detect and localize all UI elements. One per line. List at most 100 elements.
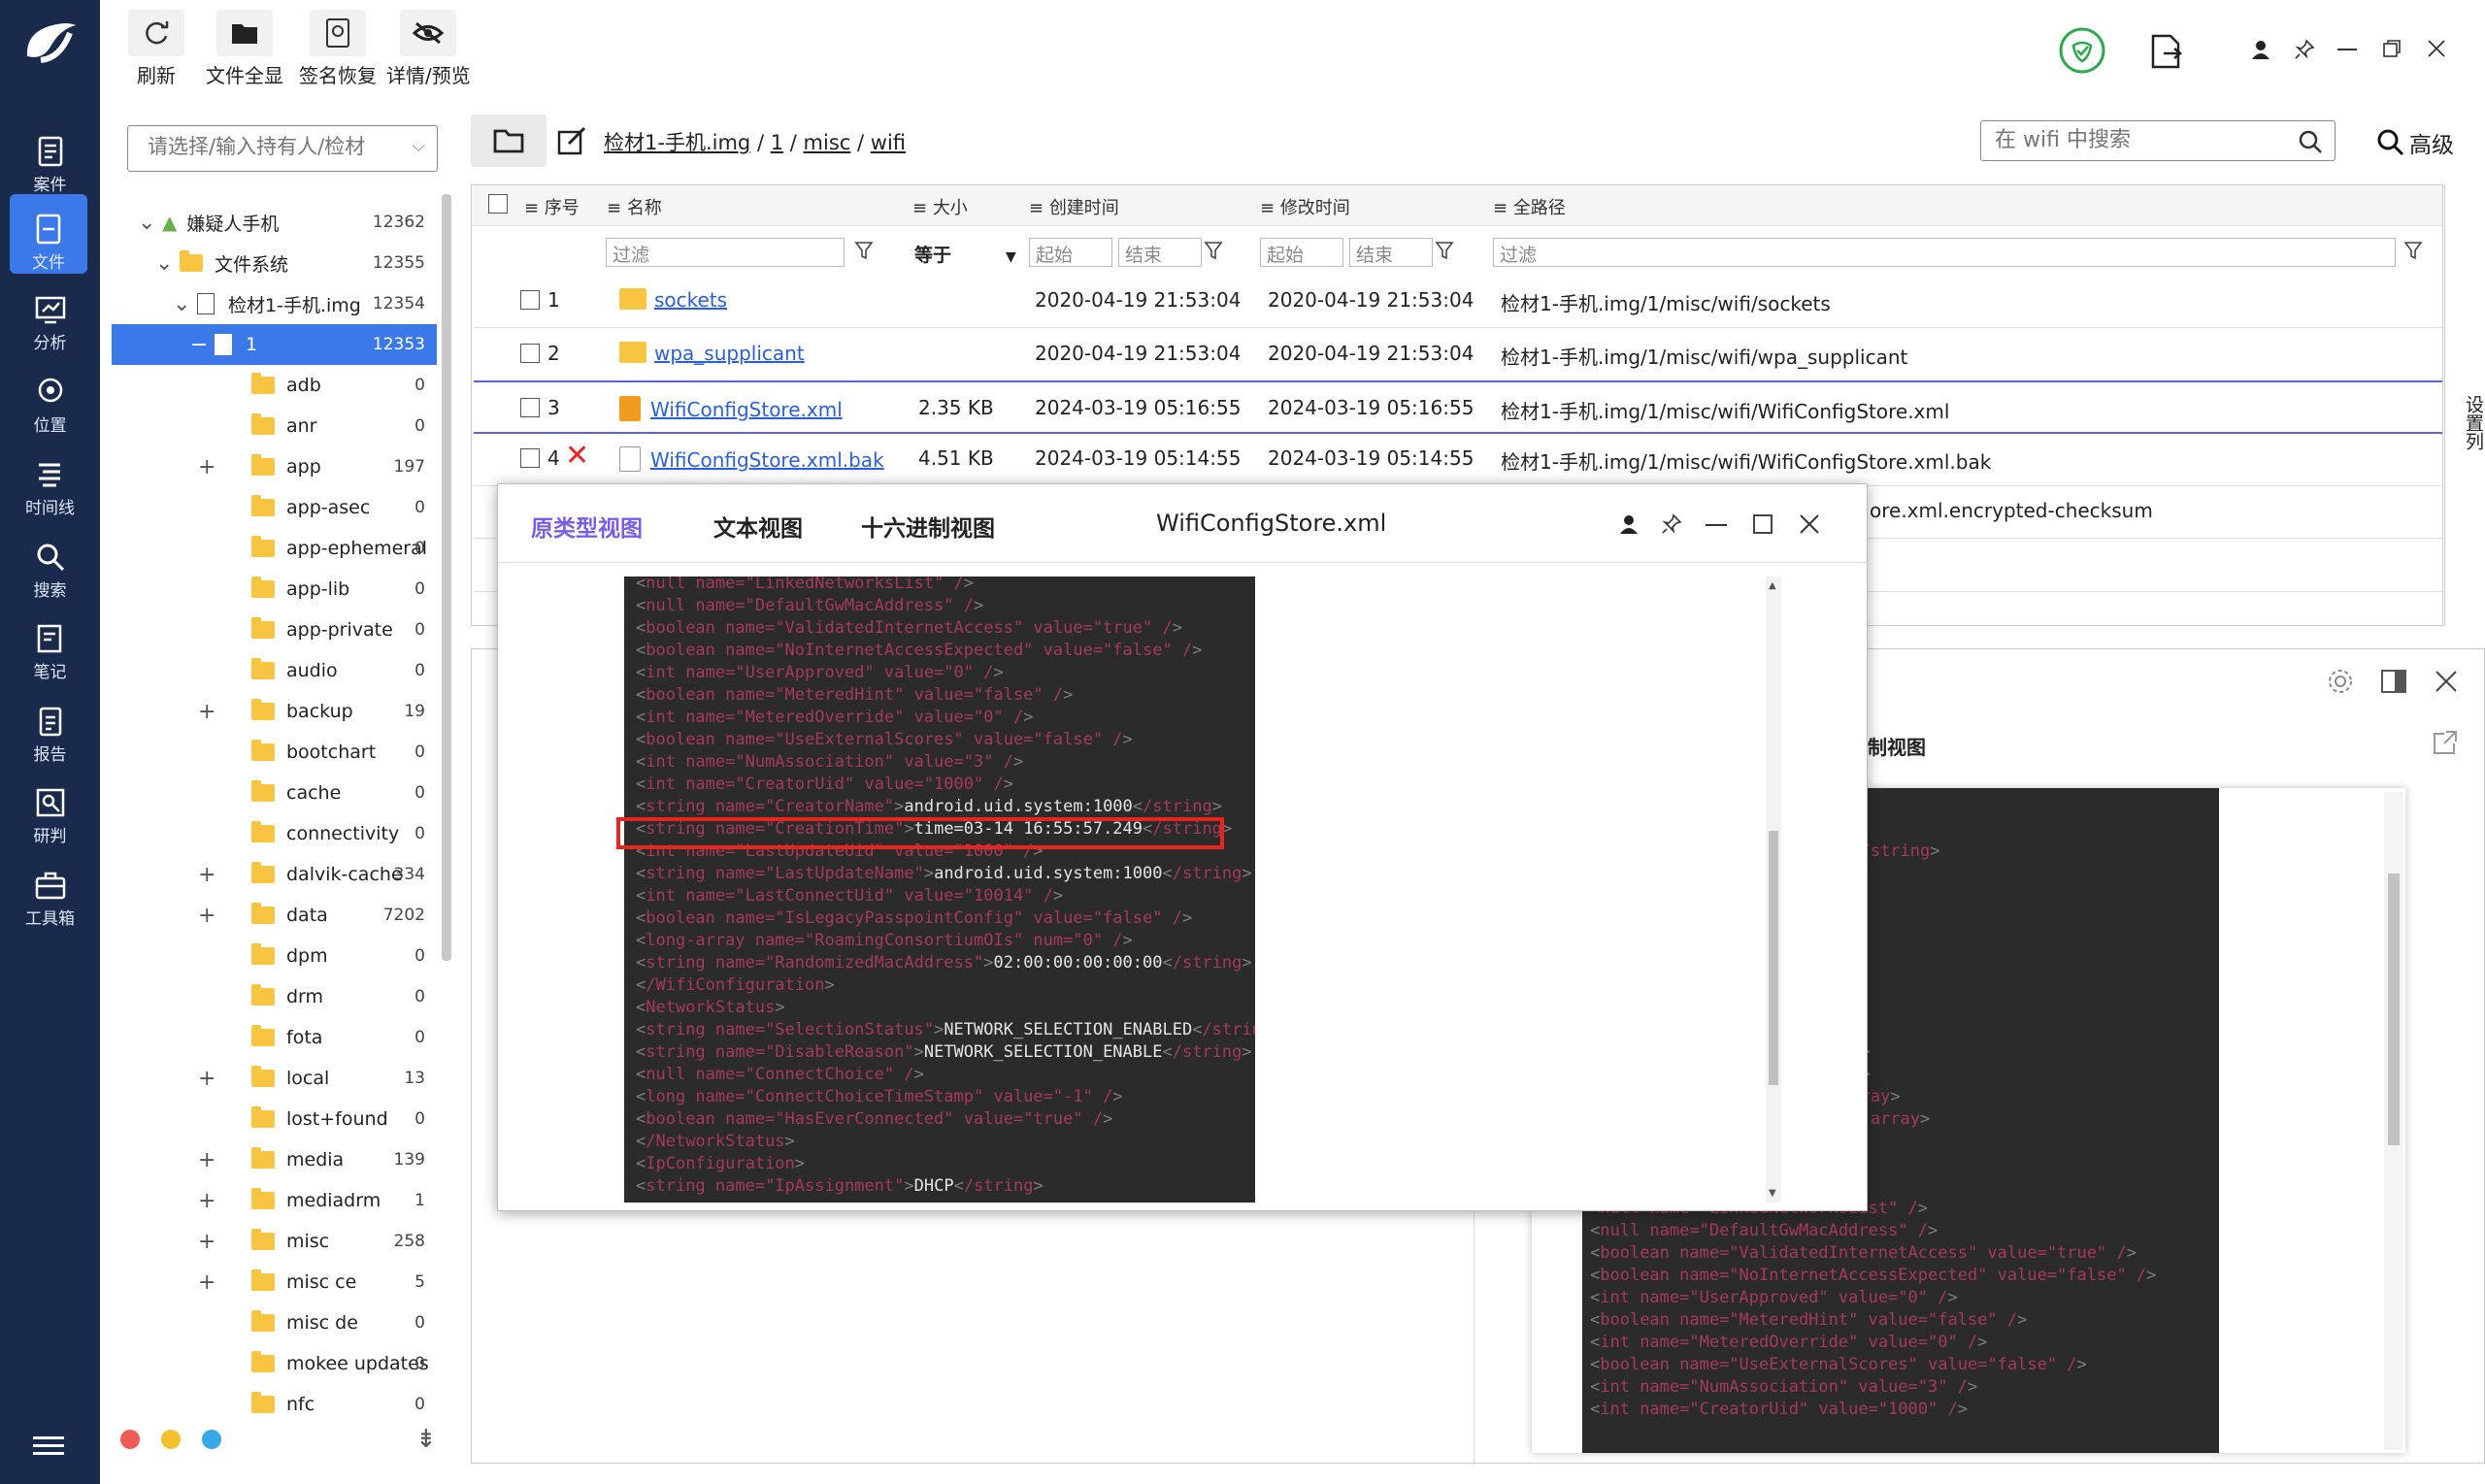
- row-name-link[interactable]: WifiConfigStore.xml: [650, 398, 843, 421]
- tree-node[interactable]: + app 197: [112, 446, 437, 487]
- minimize-icon[interactable]: [2337, 49, 2357, 50]
- nav-toolbox[interactable]: 工具箱: [0, 850, 100, 930]
- nav-timeline[interactable]: 时间线: [0, 440, 100, 519]
- row-checkbox[interactable]: [520, 290, 540, 310]
- table-row[interactable]: 1 sockets 2020-04-19 21:53:04 2020-04-19…: [474, 275, 2442, 328]
- settings-gear-icon[interactable]: [2327, 668, 2354, 695]
- expand-toggle-icon[interactable]: +: [198, 1067, 215, 1091]
- modified-start-input[interactable]: 起始: [1260, 238, 1343, 267]
- detail-preview-button[interactable]: 详情/预览: [386, 10, 471, 88]
- maximize-icon[interactable]: [1752, 513, 1773, 535]
- nav-file[interactable]: 文件: [10, 194, 87, 274]
- tree-node[interactable]: mokee updates 0: [112, 1343, 437, 1384]
- tree-node[interactable]: + misc ce 5: [112, 1262, 437, 1303]
- expand-toggle-icon[interactable]: +: [198, 904, 215, 928]
- filter-icon[interactable]: [1435, 241, 1454, 260]
- expand-toggle-icon[interactable]: +: [198, 1148, 215, 1172]
- nav-case[interactable]: 案件: [0, 116, 100, 196]
- tree-node[interactable]: + data 7202: [112, 895, 437, 936]
- expand-toggle-icon[interactable]: −: [190, 333, 208, 357]
- tree-node[interactable]: ⌄ ▲ 嫌疑人手机 12362: [112, 202, 437, 243]
- restore-window-icon[interactable]: [2382, 39, 2402, 58]
- col-created[interactable]: ≡ 创建时间: [1029, 194, 1119, 219]
- col-path[interactable]: ≡ 全路径: [1493, 194, 1566, 219]
- preview-tab-hex[interactable]: 制视图: [1868, 732, 1926, 760]
- expand-toggle-icon[interactable]: +: [198, 455, 215, 479]
- split-view-icon[interactable]: [2380, 668, 2407, 695]
- open-external-icon[interactable]: [2433, 730, 2458, 755]
- tree-node[interactable]: + dalvik-cache 334: [112, 854, 437, 895]
- tree-node[interactable]: app-lib 0: [112, 569, 437, 610]
- col-size[interactable]: ≡ 大小: [912, 194, 968, 219]
- tree-node[interactable]: nfc 0: [112, 1384, 437, 1425]
- row-name-link[interactable]: wpa_supplicant: [654, 342, 805, 365]
- path-filter-input[interactable]: 过滤: [1493, 238, 2396, 267]
- tree-node[interactable]: + local 13: [112, 1058, 437, 1099]
- expand-toggle-icon[interactable]: ⌄: [173, 292, 190, 316]
- nav-analysis[interactable]: 分析: [0, 275, 100, 354]
- tree-node[interactable]: app-asec 0: [112, 487, 437, 528]
- tree-node[interactable]: app-ephemeral 0: [112, 528, 437, 569]
- search-icon[interactable]: [2298, 129, 2323, 154]
- tree-node[interactable]: bootchart 0: [112, 732, 437, 773]
- tree-node[interactable]: adb 0: [112, 365, 437, 406]
- tree-node[interactable]: drm 0: [112, 976, 437, 1017]
- tree-node[interactable]: − 1 12353: [112, 324, 437, 365]
- row-name-link[interactable]: sockets: [654, 288, 727, 312]
- close-popup-icon[interactable]: [1799, 513, 1820, 535]
- shield-check-icon[interactable]: [2058, 26, 2106, 75]
- col-modified[interactable]: ≡ 修改时间: [1260, 194, 1350, 219]
- expand-toggle-icon[interactable]: +: [198, 863, 215, 887]
- xml-code-view[interactable]: <null name="LinkedNetworksList" /> <null …: [624, 577, 1255, 1203]
- expand-toggle-icon[interactable]: ⌄: [138, 211, 155, 235]
- tab-native-view[interactable]: 原类型视图: [531, 510, 643, 543]
- search-input[interactable]: [1981, 121, 2282, 158]
- export-file-icon[interactable]: [2150, 34, 2183, 69]
- breadcrumb-partition[interactable]: 1: [771, 131, 783, 154]
- tree-node[interactable]: ⌄ 检材1-手机.img 12354: [112, 283, 437, 324]
- tree-node[interactable]: + media 139: [112, 1139, 437, 1180]
- user-icon[interactable]: [2250, 39, 2271, 60]
- row-name-link[interactable]: WifiConfigStore.xml.bak: [650, 448, 884, 472]
- tree-node[interactable]: + backup 19: [112, 691, 437, 732]
- edit-path-icon[interactable]: [557, 126, 588, 155]
- row-checkbox[interactable]: [520, 398, 540, 417]
- tree-node[interactable]: + mediadrm 1: [112, 1180, 437, 1221]
- refresh-button[interactable]: 刷新: [128, 10, 184, 88]
- filter-icon[interactable]: [854, 241, 874, 260]
- tree-node[interactable]: app-private 0: [112, 610, 437, 650]
- search-box[interactable]: [1980, 120, 2336, 161]
- tree-node[interactable]: misc de 0: [112, 1303, 437, 1343]
- minimize-icon[interactable]: [1706, 524, 1727, 526]
- tree-node[interactable]: cache 0: [112, 773, 437, 813]
- name-filter-input[interactable]: 过滤: [606, 238, 845, 267]
- tree-scrollbar[interactable]: [442, 194, 451, 961]
- tree-node[interactable]: connectivity 0: [112, 813, 437, 854]
- filter-icon[interactable]: [2403, 241, 2423, 260]
- tree-node[interactable]: audio 0: [112, 650, 437, 691]
- user-icon[interactable]: [1618, 513, 1640, 535]
- tab-hex-view[interactable]: 十六进制视图: [861, 510, 995, 543]
- nav-report[interactable]: 报告: [0, 686, 100, 766]
- row-checkbox[interactable]: [520, 448, 540, 468]
- advanced-search-button[interactable]: 高级: [2376, 126, 2454, 159]
- created-end-input[interactable]: 结束: [1118, 238, 1202, 267]
- size-operator-select[interactable]: 等于 ▼: [914, 241, 1016, 267]
- breadcrumb-image[interactable]: 检材1-手机.img: [604, 131, 750, 154]
- col-name[interactable]: ≡ 名称: [607, 194, 662, 219]
- tree-node[interactable]: ⌄ 文件系统 12355: [112, 243, 437, 283]
- tree-node[interactable]: anr 0: [112, 406, 437, 446]
- close-preview-icon[interactable]: [2435, 670, 2458, 693]
- expand-toggle-icon[interactable]: +: [198, 700, 215, 724]
- tree-node[interactable]: fota 0: [112, 1017, 437, 1058]
- row-checkbox[interactable]: [520, 344, 540, 363]
- folder-nav-button[interactable]: [471, 115, 547, 167]
- preview-scrollbar[interactable]: [2384, 792, 2403, 1450]
- nav-location[interactable]: 位置: [0, 357, 100, 437]
- modified-end-input[interactable]: 结束: [1349, 238, 1433, 267]
- table-row[interactable]: 2 wpa_supplicant 2020-04-19 21:53:04 202…: [474, 328, 2442, 381]
- pin-icon[interactable]: [2294, 39, 2315, 60]
- signature-restore-button[interactable]: 签名恢复: [299, 10, 377, 88]
- nav-judge[interactable]: 研判: [0, 768, 100, 847]
- popup-scrollbar[interactable]: ▲ ▼: [1766, 577, 1781, 1203]
